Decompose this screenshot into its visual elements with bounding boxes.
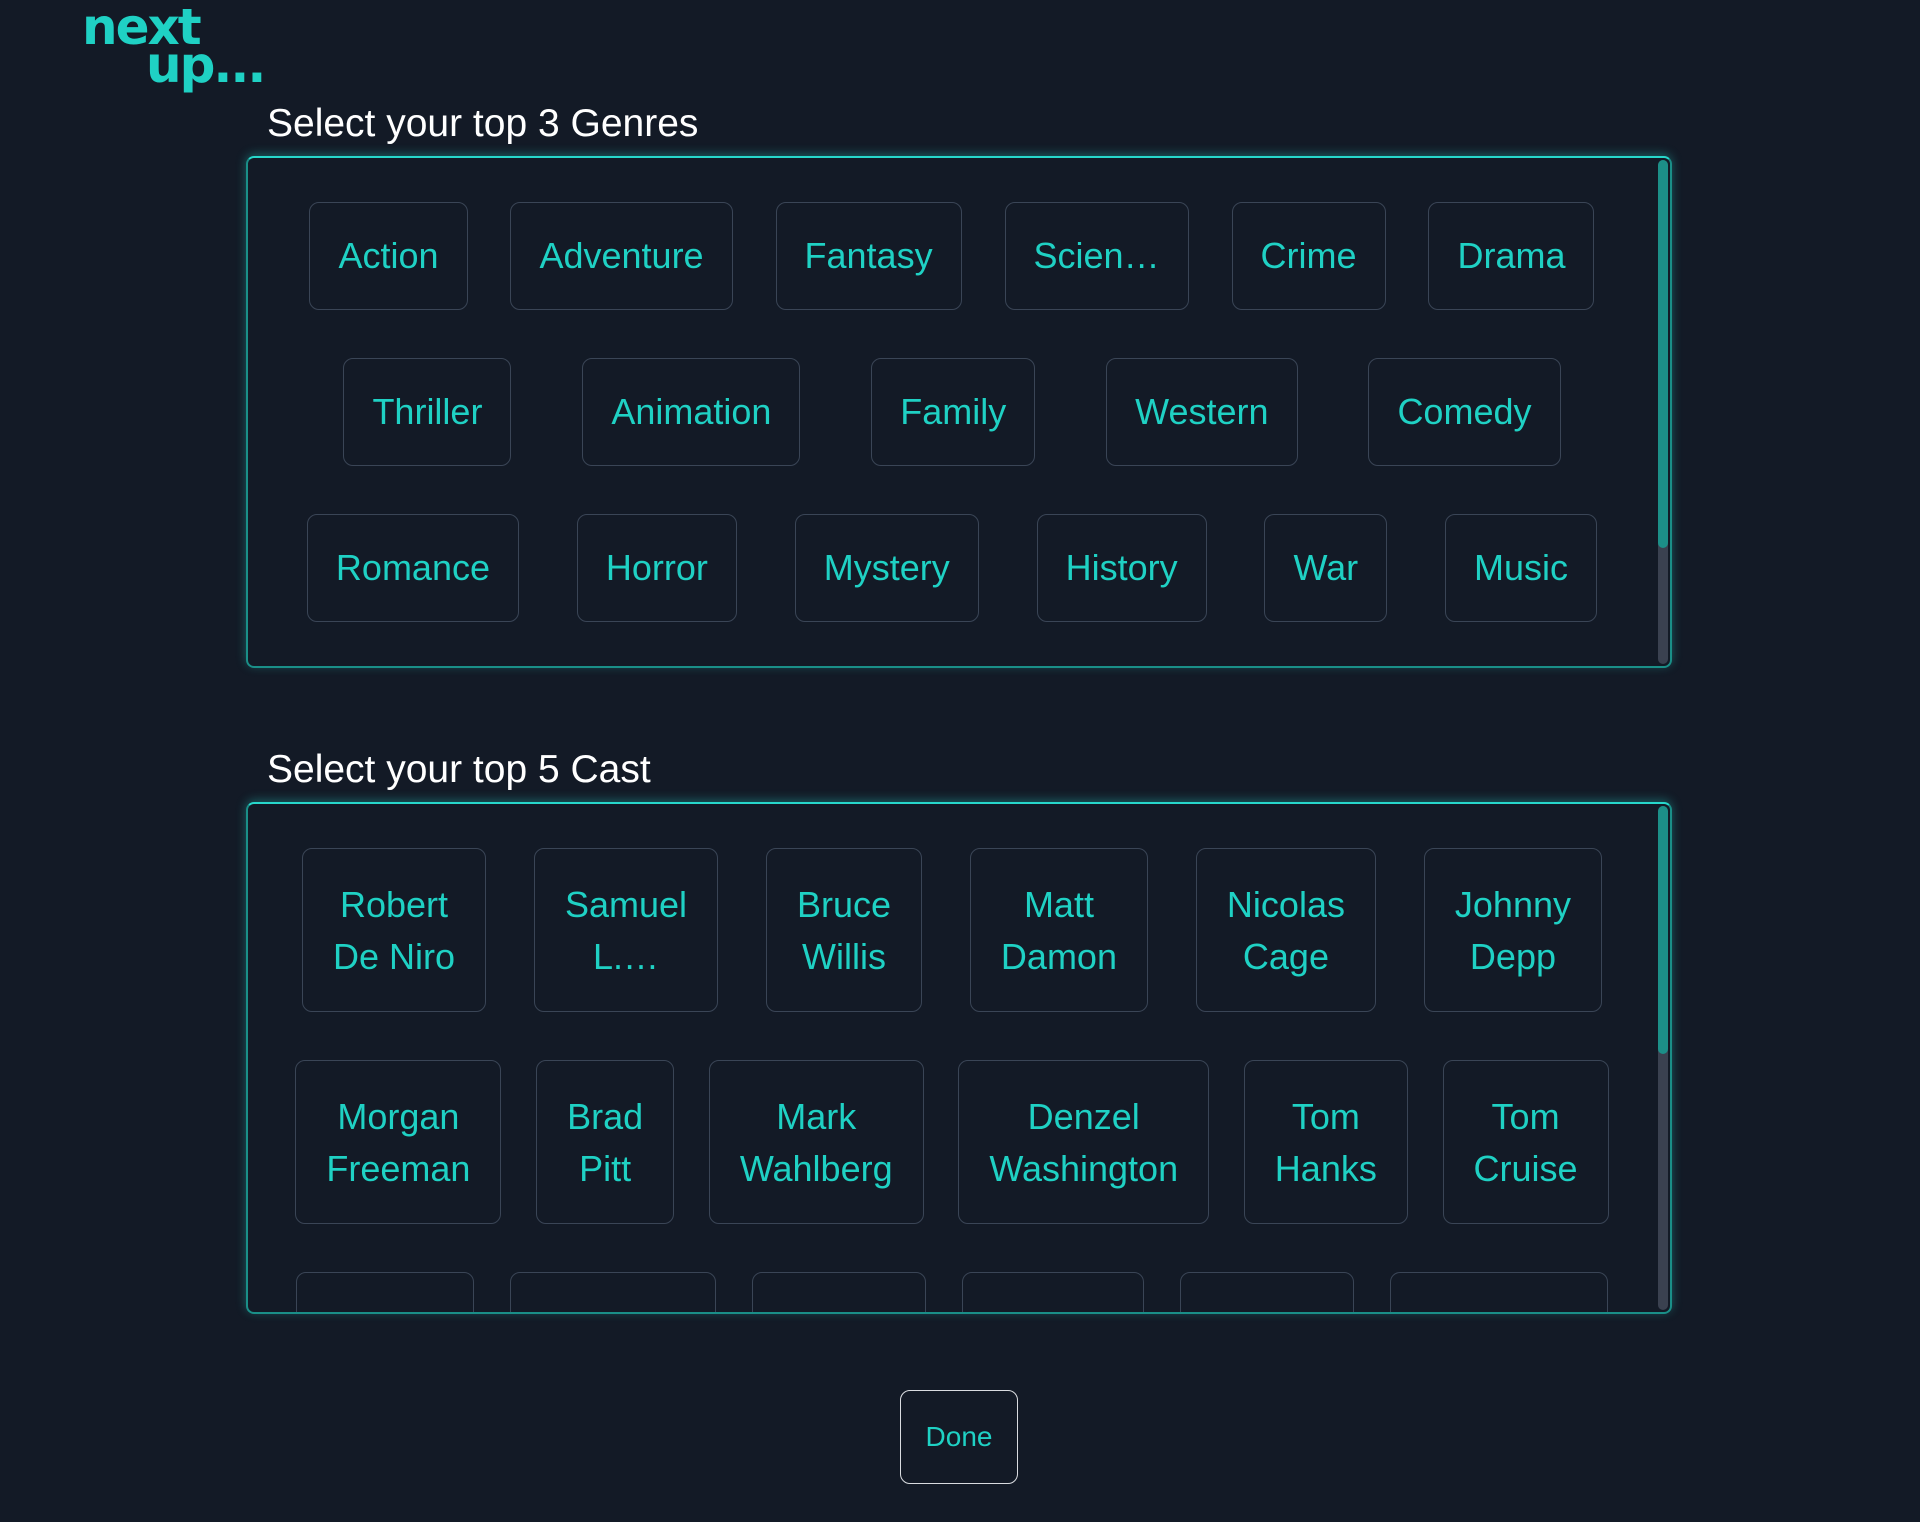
genre-chip-war[interactable]: War [1264, 514, 1388, 622]
genre-chip-fantasy[interactable]: Fantasy [775, 202, 962, 310]
genre-chip-crime[interactable]: Crime [1231, 202, 1386, 310]
genre-chip-adventure[interactable]: Adventure [510, 202, 733, 310]
cast-row: Morgan Freeman Brad Pitt Mark Wahlberg D… [248, 1060, 1656, 1224]
genres-scroll-thumb[interactable] [1658, 160, 1668, 548]
cast-chip-partial[interactable] [510, 1272, 716, 1312]
genre-chip-science[interactable]: Scien… [1004, 202, 1189, 310]
cast-chip[interactable]: Tom Cruise [1442, 1060, 1609, 1224]
genre-row: Thriller Animation Family Western Comedy [248, 358, 1656, 466]
genres-title: Select your top 3 Genres [267, 102, 699, 145]
genre-chip-drama[interactable]: Drama [1428, 202, 1595, 310]
genre-chip-music[interactable]: Music [1444, 514, 1597, 622]
cast-chip[interactable]: Tom Hanks [1243, 1060, 1408, 1224]
cast-chip-partial[interactable] [962, 1272, 1144, 1312]
genre-chip-western[interactable]: Western [1106, 358, 1298, 466]
genre-chip-mystery[interactable]: Mystery [794, 514, 979, 622]
genre-chip-history[interactable]: History [1036, 514, 1207, 622]
cast-chip-partial[interactable] [752, 1272, 926, 1312]
genre-chip-romance[interactable]: Romance [306, 514, 519, 622]
genre-chip-animation[interactable]: Animation [582, 358, 801, 466]
genre-row: Romance Horror Mystery History War Music [248, 514, 1656, 622]
genre-chip-horror[interactable]: Horror [576, 514, 737, 622]
cast-chip-partial[interactable] [1390, 1272, 1608, 1312]
genres-scrollbar[interactable] [1658, 160, 1668, 664]
logo: next up... [82, 2, 266, 94]
genre-chip-family[interactable]: Family [871, 358, 1036, 466]
cast-row: Robert De Niro Samuel L.… Bruce Willis M… [248, 848, 1656, 1012]
cast-chip[interactable]: Brad Pitt [536, 1060, 675, 1224]
cast-chip[interactable]: Morgan Freeman [295, 1060, 502, 1224]
genre-row: Action Adventure Fantasy Scien… Crime Dr… [248, 202, 1656, 310]
genre-chip-comedy[interactable]: Comedy [1368, 358, 1561, 466]
cast-title: Select your top 5 Cast [267, 748, 651, 791]
cast-chip-partial[interactable] [1180, 1272, 1354, 1312]
logo-line-2: up... [146, 36, 266, 94]
cast-chip[interactable]: Denzel Washington [958, 1060, 1210, 1224]
cast-chip-partial[interactable] [296, 1272, 474, 1312]
cast-row-partial [248, 1272, 1656, 1312]
cast-chip[interactable]: Matt Damon [969, 848, 1148, 1012]
cast-scroll-thumb[interactable] [1658, 806, 1668, 1054]
cast-chip[interactable]: Nicolas Cage [1195, 848, 1376, 1012]
cast-chip[interactable]: Bruce Willis [765, 848, 922, 1012]
genres-panel: Action Adventure Fantasy Scien… Crime Dr… [246, 156, 1672, 668]
cast-chip[interactable]: Mark Wahlberg [708, 1060, 924, 1224]
cast-scrollbar[interactable] [1658, 806, 1668, 1310]
done-button[interactable]: Done [900, 1390, 1018, 1484]
genre-chip-thriller[interactable]: Thriller [343, 358, 512, 466]
cast-panel: Robert De Niro Samuel L.… Bruce Willis M… [246, 802, 1672, 1314]
cast-chip[interactable]: Samuel L.… [533, 848, 718, 1012]
genre-chip-action[interactable]: Action [309, 202, 468, 310]
cast-chip[interactable]: Robert De Niro [301, 848, 486, 1012]
cast-chip[interactable]: Johnny Depp [1423, 848, 1602, 1012]
